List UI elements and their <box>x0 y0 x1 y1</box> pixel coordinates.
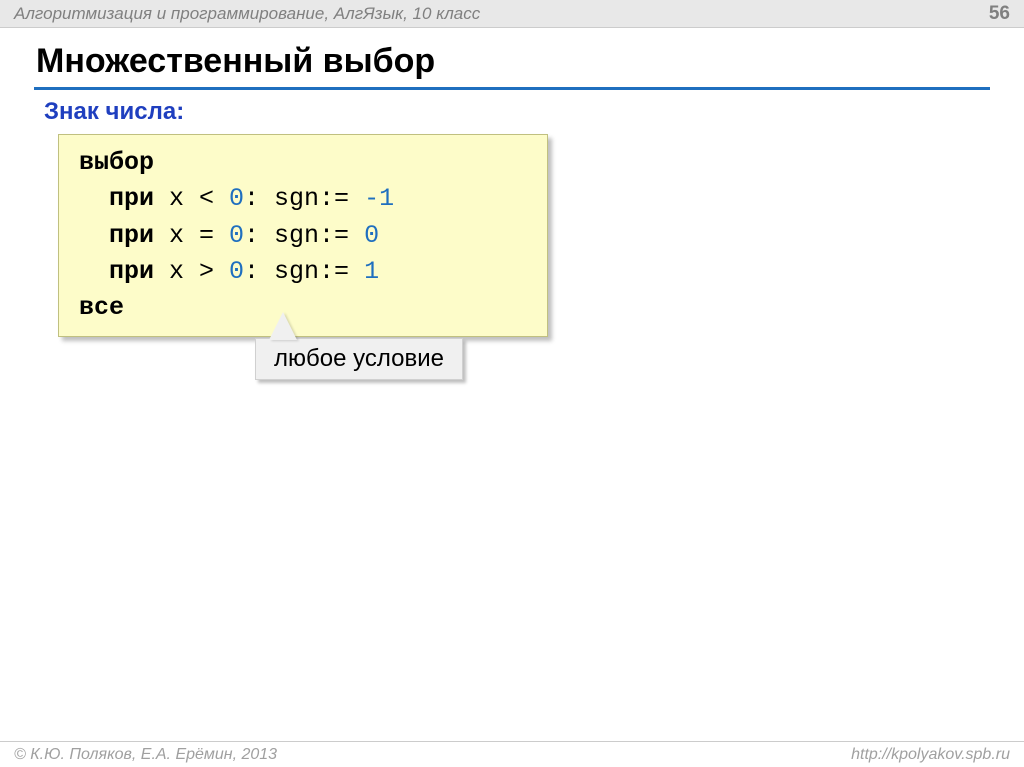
callout-tail-icon <box>269 312 297 340</box>
code-number: 0 <box>229 257 244 286</box>
callout-text: любое условие <box>255 338 463 380</box>
kw-case: при <box>79 257 154 286</box>
code-text: : sgn:= <box>244 184 364 213</box>
title-underline <box>34 87 990 90</box>
code-number: 1 <box>364 257 379 286</box>
code-text: : sgn:= <box>244 257 364 286</box>
code-number: 0 <box>229 184 244 213</box>
footer-copyright: © К.Ю. Поляков, Е.А. Ерёмин, 2013 <box>14 746 851 764</box>
footer-bar: © К.Ю. Поляков, Е.А. Ерёмин, 2013 http:/… <box>0 741 1024 767</box>
header-title: Алгоритмизация и программирование, АлгЯз… <box>14 4 989 24</box>
subtitle: Знак числа: <box>0 98 1024 134</box>
kw-select: выбор <box>79 148 154 177</box>
code-block: выбор при x < 0: sgn:= -1 при x = 0: sgn… <box>58 134 548 337</box>
kw-case: при <box>79 221 154 250</box>
code-text: : sgn:= <box>244 221 364 250</box>
kw-end: все <box>79 293 124 322</box>
code-number: 0 <box>364 221 379 250</box>
code-text: x = <box>154 221 229 250</box>
code-text: x < <box>154 184 229 213</box>
page-number: 56 <box>989 3 1010 25</box>
callout: любое условие <box>255 338 463 380</box>
header-bar: Алгоритмизация и программирование, АлгЯз… <box>0 0 1024 28</box>
code-number: -1 <box>364 184 394 213</box>
kw-case: при <box>79 184 154 213</box>
code-text: x > <box>154 257 229 286</box>
slide-title: Множественный выбор <box>0 28 1024 87</box>
footer-url: http://kpolyakov.spb.ru <box>851 746 1010 764</box>
code-number: 0 <box>229 221 244 250</box>
